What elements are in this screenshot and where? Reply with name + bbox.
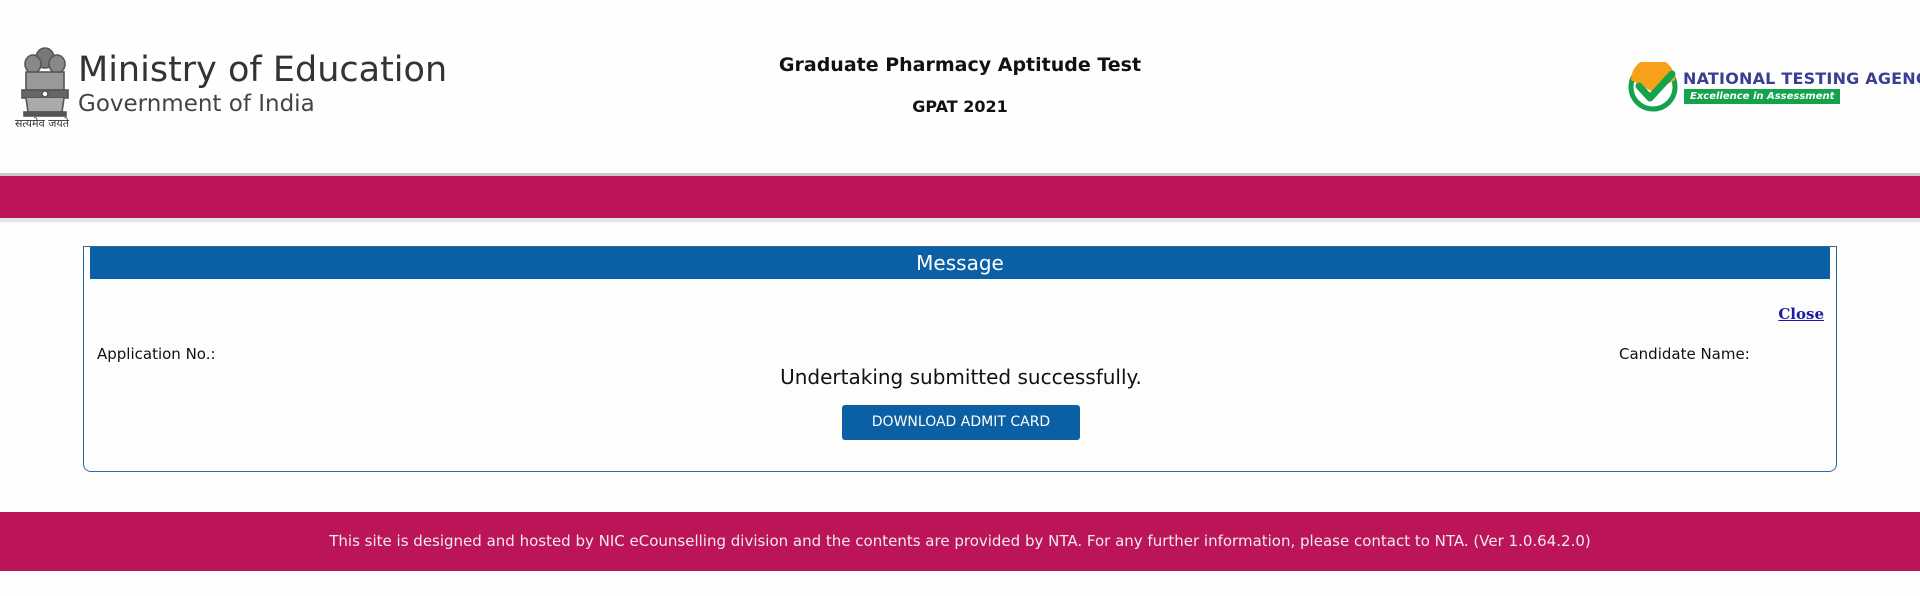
panel-heading: Message: [90, 247, 1830, 279]
site-header: Ministry of Education Government of Indi…: [0, 0, 1920, 173]
navigation-bar: [0, 176, 1920, 218]
emblem-motto: सत्यमेव जयते: [15, 117, 70, 130]
agency-tagline: Excellence in Assessment: [1684, 89, 1841, 104]
message-panel: Message Close Application No.: Candidate…: [83, 246, 1837, 472]
success-message: Undertaking submitted successfully.: [780, 365, 1142, 389]
application-number-label: Application No.:: [97, 345, 216, 363]
site-footer: This site is designed and hosted by NIC …: [0, 512, 1920, 571]
navbar-shadow: [0, 218, 1920, 222]
agency-name: NATIONAL TESTING AGENCY: [1683, 69, 1920, 88]
nta-checkmark-logo-icon: [1628, 62, 1678, 112]
close-link[interactable]: Close: [1778, 305, 1824, 323]
candidate-name-label: Candidate Name:: [1619, 345, 1750, 363]
download-admit-card-button[interactable]: DOWNLOAD ADMIT CARD: [842, 405, 1080, 440]
